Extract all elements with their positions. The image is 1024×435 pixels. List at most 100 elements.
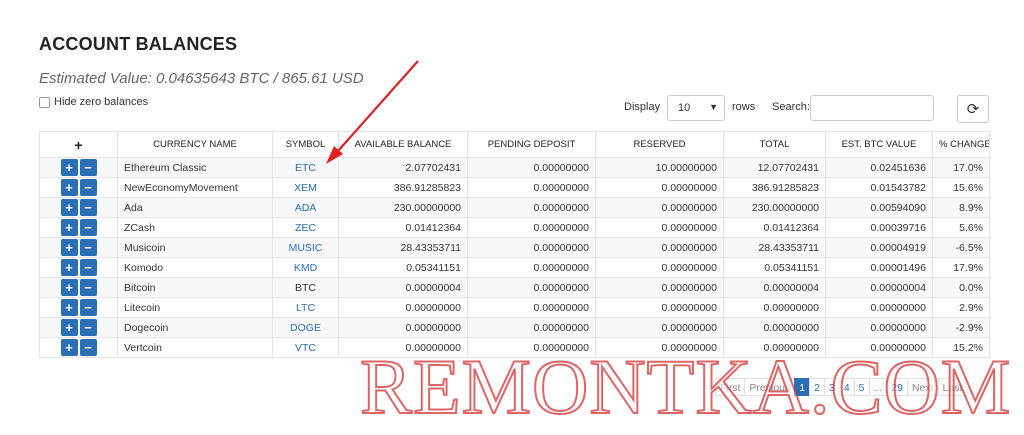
est-btc-value-cell: 0.00000000 [825, 317, 933, 338]
pending-deposit-cell: 0.00000000 [467, 237, 596, 258]
row-actions: + − [39, 337, 118, 358]
currency-name-cell: Litecoin [117, 297, 273, 318]
table-row: + − Vertcoin VTC 0.00000000 0.00000000 0.00000… [39, 337, 990, 358]
minus-icon[interactable]: − [79, 179, 97, 196]
total-cell: 28.43353711 [723, 237, 826, 258]
reserved-cell: 0.00000000 [595, 237, 724, 258]
percent-change-cell: 15.2% [932, 337, 990, 358]
plus-icon[interactable]: + [60, 339, 78, 356]
available-balance-cell: 28.43353711 [338, 237, 468, 258]
search-input[interactable] [810, 95, 934, 121]
symbol-link[interactable]: ZEC [272, 217, 339, 238]
est-btc-value-cell: 0.00000000 [825, 337, 933, 358]
pending-deposit-cell: 0.00000000 [467, 337, 596, 358]
pagination-first[interactable]: First [715, 378, 746, 396]
column-header-currency-name[interactable]: CURRENCY NAME [117, 131, 273, 158]
pagination-page-4[interactable]: 4 [838, 378, 855, 396]
minus-icon[interactable]: − [79, 239, 97, 256]
display-label: Display [624, 101, 661, 113]
rows-per-page-select[interactable]: 10 ▼ [667, 95, 725, 121]
plus-icon[interactable]: + [60, 179, 78, 196]
currency-name-cell: Ethereum Classic [117, 157, 273, 178]
column-header-percent-change[interactable]: % CHANGE [932, 131, 990, 158]
pending-deposit-cell: 0.00000000 [467, 217, 596, 238]
total-cell: 0.00000004 [723, 277, 826, 298]
reserved-cell: 0.00000000 [595, 317, 724, 338]
pagination-page-2[interactable]: 2 [809, 378, 825, 396]
table-row: + − Litecoin LTC 0.00000000 0.00000000 0.00000… [39, 297, 990, 318]
row-actions: + − [39, 317, 118, 338]
est-btc-value-cell: 0.00039716 [825, 217, 933, 238]
plus-icon[interactable]: + [60, 319, 78, 336]
symbol-link[interactable]: DOGE [272, 317, 339, 338]
pagination-page-3[interactable]: 3 [823, 378, 840, 396]
hide-zero-checkbox[interactable] [39, 96, 50, 108]
symbol-link[interactable]: KMD [272, 257, 339, 278]
plus-icon[interactable]: + [60, 159, 78, 176]
plus-icon[interactable]: + [60, 199, 78, 216]
symbol-link[interactable]: VTC [272, 337, 339, 358]
minus-icon[interactable]: − [79, 219, 97, 236]
symbol-link[interactable]: MUSIC [272, 237, 339, 258]
pagination-page-5[interactable]: 5 [853, 378, 870, 396]
pagination-last[interactable]: Last [937, 378, 968, 396]
reserved-cell: 0.00000000 [595, 257, 724, 278]
currency-name-cell: Musicoin [117, 237, 273, 258]
plus-icon[interactable]: + [60, 239, 78, 256]
add-column-header[interactable]: + [39, 131, 118, 158]
refresh-button[interactable]: ⟳ [957, 95, 989, 123]
pending-deposit-cell: 0.00000000 [467, 277, 596, 298]
percent-change-cell: 8.9% [932, 197, 990, 218]
currency-name-cell: Dogecoin [117, 317, 273, 338]
est-btc-value-cell: 0.00000004 [825, 277, 933, 298]
symbol-link[interactable]: ADA [272, 197, 339, 218]
minus-icon[interactable]: − [79, 159, 97, 176]
plus-icon[interactable]: + [60, 219, 78, 236]
table-row: + − Ada ADA 230.00000000 0.00000000 0.00000000… [39, 197, 990, 218]
available-balance-cell: 230.00000000 [338, 197, 468, 218]
column-header-available-balance[interactable]: AVAILABLE BALANCE [338, 131, 468, 158]
symbol-link: BTC [272, 277, 339, 298]
pending-deposit-cell: 0.00000000 [467, 197, 596, 218]
reserved-cell: 0.00000000 [595, 177, 724, 198]
plus-icon[interactable]: + [60, 259, 78, 276]
pagination: First Previous 1 2 3 4 5 ... 29 Next Las… [715, 378, 968, 396]
pagination-previous[interactable]: Previous [744, 378, 796, 396]
row-actions: + − [39, 297, 118, 318]
plus-icon[interactable]: + [60, 279, 78, 296]
symbol-link[interactable]: LTC [272, 297, 339, 318]
pagination-page-last-number[interactable]: 29 [886, 378, 908, 396]
row-actions: + − [39, 197, 118, 218]
row-actions: + − [39, 157, 118, 178]
minus-icon[interactable]: − [79, 319, 97, 336]
column-header-est-btc-value[interactable]: EST. BTC VALUE [825, 131, 933, 158]
table-row: + − Komodo KMD 0.05341151 0.00000000 0.0000000… [39, 257, 990, 278]
percent-change-cell: 0.0% [932, 277, 990, 298]
table-row: + − ZCash ZEC 0.01412364 0.00000000 0.00000000… [39, 217, 990, 238]
total-cell: 0.00000000 [723, 317, 826, 338]
pagination-ellipsis: ... [868, 378, 888, 396]
column-header-pending-deposit[interactable]: PENDING DEPOSIT [467, 131, 596, 158]
minus-icon[interactable]: − [79, 199, 97, 216]
minus-icon[interactable]: − [79, 259, 97, 276]
table-row: + − NewEconomyMovement XEM 386.91285823 0.000… [39, 177, 990, 198]
pagination-page-1[interactable]: 1 [794, 378, 811, 396]
hide-zero-balances-toggle[interactable]: Hide zero balances [39, 95, 148, 109]
reserved-cell: 0.00000000 [595, 277, 724, 298]
table-row: + − Bitcoin BTC 0.00000004 0.00000000 0.000000… [39, 277, 990, 298]
column-header-total[interactable]: TOTAL [723, 131, 826, 158]
percent-change-cell: -2.9% [932, 317, 990, 338]
plus-icon[interactable]: + [60, 299, 78, 316]
total-cell: 386.91285823 [723, 177, 826, 198]
pagination-next[interactable]: Next [906, 378, 939, 396]
percent-change-cell: 15.6% [932, 177, 990, 198]
total-cell: 0.05341151 [723, 257, 826, 278]
minus-icon[interactable]: − [79, 299, 97, 316]
minus-icon[interactable]: − [79, 339, 97, 356]
symbol-link[interactable]: ETC [272, 157, 339, 178]
percent-change-cell: 2.9% [932, 297, 990, 318]
column-header-symbol[interactable]: SYMBOL [272, 131, 339, 158]
column-header-reserved[interactable]: RESERVED [595, 131, 724, 158]
minus-icon[interactable]: − [79, 279, 97, 296]
symbol-link[interactable]: XEM [272, 177, 339, 198]
